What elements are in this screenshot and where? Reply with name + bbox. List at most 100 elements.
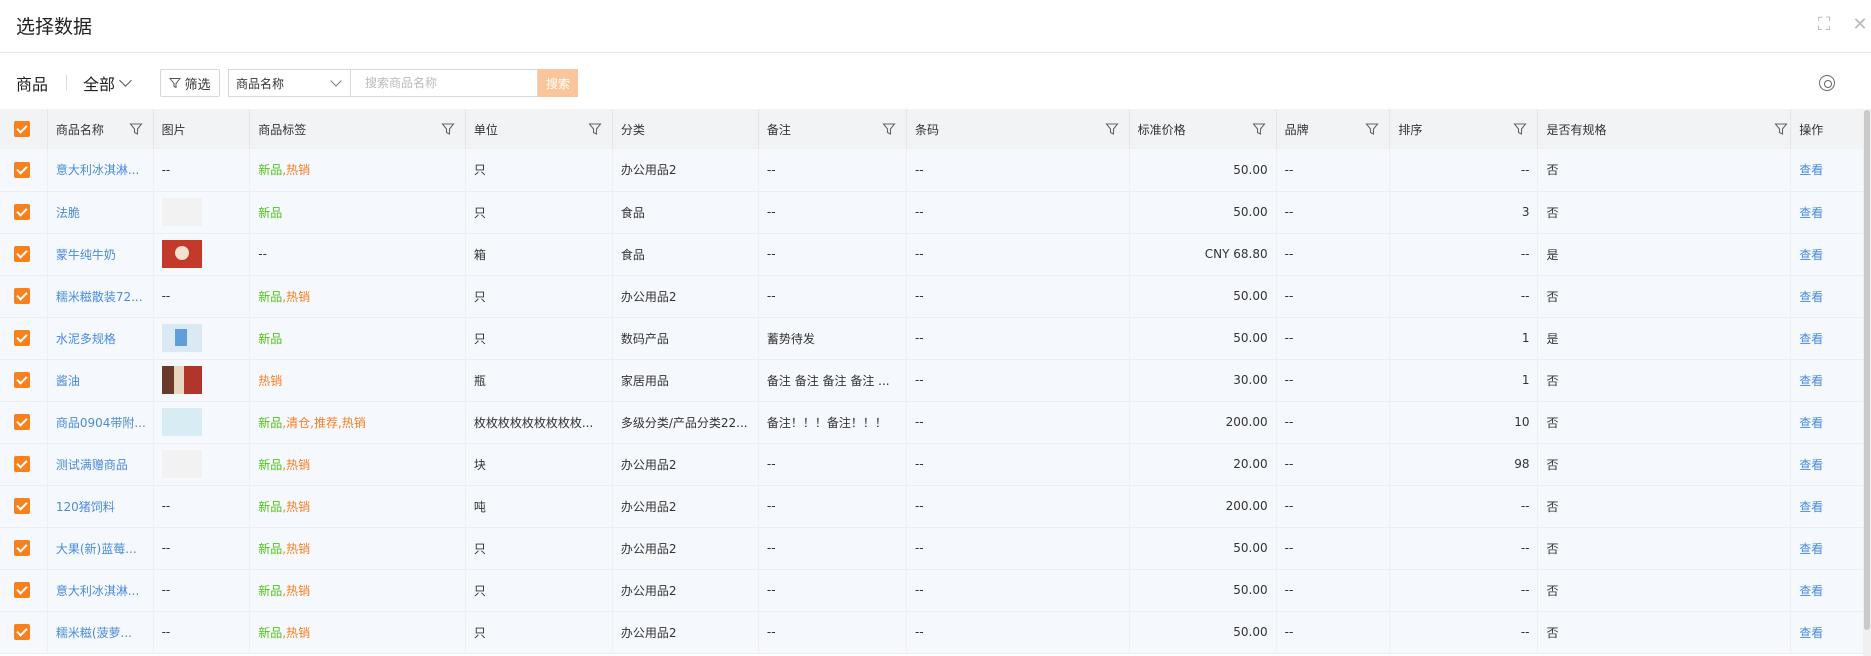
col-header: 单位 — [465, 109, 613, 149]
unit-cell: 只 — [465, 611, 613, 653]
col-header: 备注 — [758, 109, 907, 149]
filter-icon[interactable] — [1104, 122, 1119, 136]
unit-cell: 只 — [465, 527, 613, 569]
table-row[interactable]: 法脆 新品 只 食品 -- -- 50.00 -- 3 否 查看 — [0, 191, 1871, 233]
filter-icon[interactable] — [1365, 122, 1380, 136]
product-tag: 热销 — [286, 625, 311, 640]
search-button[interactable]: 搜索 — [538, 69, 578, 97]
view-link[interactable]: 查看 — [1790, 485, 1871, 527]
product-name[interactable]: 意大利冰淇淋... — [47, 149, 154, 191]
product-name[interactable]: 意大利冰淇淋... — [47, 569, 154, 611]
product-name[interactable]: 商品0904带附... — [47, 401, 154, 443]
row-checkbox[interactable] — [0, 569, 48, 611]
view-link[interactable]: 查看 — [1790, 443, 1871, 485]
row-checkbox[interactable] — [0, 275, 48, 317]
row-checkbox[interactable] — [0, 527, 48, 569]
row-checkbox[interactable] — [0, 359, 48, 401]
view-link[interactable]: 查看 — [1790, 359, 1871, 401]
row-checkbox[interactable] — [0, 401, 48, 443]
remark-cell: -- — [758, 275, 907, 317]
product-tag: -- — [258, 247, 267, 261]
table-row[interactable]: 糯米糍散装72... -- 新品,热销 只 办公用品2 -- -- 50.00 … — [0, 275, 1871, 317]
has-spec-cell: 否 — [1537, 149, 1792, 191]
product-tag: 新品 — [258, 163, 283, 178]
barcode-cell: -- — [906, 611, 1130, 653]
product-name[interactable]: 糯米糍(菠萝... — [47, 611, 154, 653]
select-all-checkbox[interactable] — [0, 109, 48, 149]
search-input[interactable] — [350, 69, 538, 97]
product-name[interactable]: 蒙牛纯牛奶 — [47, 233, 154, 275]
has-spec-cell: 否 — [1537, 611, 1792, 653]
table-row[interactable]: 商品0904带附... 新品,清仓,推荐,热销 枚枚枚枚枚枚枚枚枚... 多级分… — [0, 401, 1871, 443]
view-link[interactable]: 查看 — [1790, 527, 1871, 569]
row-checkbox[interactable] — [0, 443, 48, 485]
table-row[interactable]: 测试满赠商品 新品,热销 块 办公用品2 -- -- 20.00 -- 98 否… — [0, 443, 1871, 485]
category-cell: 办公用品2 — [612, 485, 759, 527]
row-checkbox[interactable] — [0, 485, 48, 527]
scrollbar-thumb[interactable] — [1864, 110, 1870, 630]
scrollbar[interactable] — [1863, 110, 1871, 656]
product-name[interactable]: 120猪饲料 — [47, 485, 154, 527]
filter-icon[interactable] — [882, 122, 896, 136]
settings-icon[interactable] — [1819, 75, 1835, 91]
sort-cell: -- — [1389, 569, 1539, 611]
row-checkbox[interactable] — [0, 317, 48, 359]
filter-icon[interactable] — [128, 122, 143, 136]
view-link[interactable]: 查看 — [1790, 317, 1871, 359]
row-checkbox[interactable] — [0, 149, 48, 191]
filter-icon[interactable] — [588, 122, 602, 136]
chevron-down-icon — [119, 74, 132, 87]
unit-cell: 块 — [465, 443, 613, 485]
category-cell: 多级分类/产品分类22... — [612, 401, 759, 443]
view-link[interactable]: 查看 — [1790, 611, 1871, 653]
view-link[interactable]: 查看 — [1790, 233, 1871, 275]
image-placeholder: -- — [161, 499, 171, 513]
has-spec-cell: 否 — [1537, 359, 1792, 401]
view-link[interactable]: 查看 — [1790, 401, 1871, 443]
remark-cell: -- — [758, 611, 907, 653]
table-row[interactable]: 意大利冰淇淋... -- 新品,热销 只 办公用品2 -- -- 50.00 -… — [0, 149, 1871, 191]
product-image — [153, 359, 251, 401]
table-row[interactable]: 意大利冰淇淋... -- 新品,热销 只 办公用品2 -- -- 50.00 -… — [0, 569, 1871, 611]
category-cell: 办公用品2 — [612, 569, 759, 611]
remark-cell: -- — [758, 443, 907, 485]
table-row[interactable]: 蒙牛纯牛奶 -- 箱 食品 -- -- CNY 68.80 -- -- 是 查看 — [0, 233, 1871, 275]
filter-icon[interactable] — [1251, 122, 1266, 136]
col-header: 商品标签 — [249, 109, 466, 149]
view-link[interactable]: 查看 — [1790, 275, 1871, 317]
product-tag: 新品 — [258, 289, 283, 304]
close-icon[interactable]: ✕ — [1849, 14, 1871, 36]
product-tag: 热销 — [286, 289, 311, 304]
table-row[interactable]: 酱油 热销 瓶 家居用品 备注 备注 备注 备注 ... -- 30.00 --… — [0, 359, 1871, 401]
row-checkbox[interactable] — [0, 233, 48, 275]
row-checkbox[interactable] — [0, 191, 48, 233]
row-checkbox[interactable] — [0, 611, 48, 653]
fullscreen-icon[interactable]: ⛶ — [1813, 14, 1835, 36]
filter-icon[interactable] — [1774, 122, 1788, 136]
view-link[interactable]: 查看 — [1790, 191, 1871, 233]
filter-button[interactable]: 筛选 — [160, 69, 220, 97]
product-image — [153, 443, 251, 485]
filter-icon[interactable] — [1513, 122, 1528, 136]
table-row[interactable]: 糯米糍(菠萝... -- 新品,热销 只 办公用品2 -- -- 50.00 -… — [0, 611, 1871, 653]
sort-cell: -- — [1389, 485, 1539, 527]
product-name[interactable]: 糯米糍散装72... — [47, 275, 154, 317]
search-field-select[interactable]: 商品名称 — [228, 69, 350, 97]
barcode-cell: -- — [906, 317, 1130, 359]
table-row[interactable]: 大果(新)蓝莓... -- 新品,热销 只 办公用品2 -- -- 50.00 … — [0, 527, 1871, 569]
product-name[interactable]: 水泥多规格 — [47, 317, 154, 359]
view-link[interactable]: 查看 — [1790, 149, 1871, 191]
product-name[interactable]: 测试满赠商品 — [47, 443, 154, 485]
sort-cell: 98 — [1389, 443, 1539, 485]
scope-dropdown[interactable]: 全部 — [83, 71, 132, 95]
has-spec-cell: 否 — [1537, 191, 1792, 233]
product-name[interactable]: 大果(新)蓝莓... — [47, 527, 154, 569]
brand-cell: -- — [1276, 233, 1391, 275]
table-row[interactable]: 水泥多规格 新品 只 数码产品 蓄势待发 -- 50.00 -- 1 是 查看 — [0, 317, 1871, 359]
table-row[interactable]: 120猪饲料 -- 新品,热销 吨 办公用品2 -- -- 200.00 -- … — [0, 485, 1871, 527]
product-name[interactable]: 法脆 — [47, 191, 154, 233]
product-tags: 新品,热销 — [249, 569, 466, 611]
view-link[interactable]: 查看 — [1790, 569, 1871, 611]
product-name[interactable]: 酱油 — [47, 359, 154, 401]
filter-icon[interactable] — [441, 122, 455, 136]
